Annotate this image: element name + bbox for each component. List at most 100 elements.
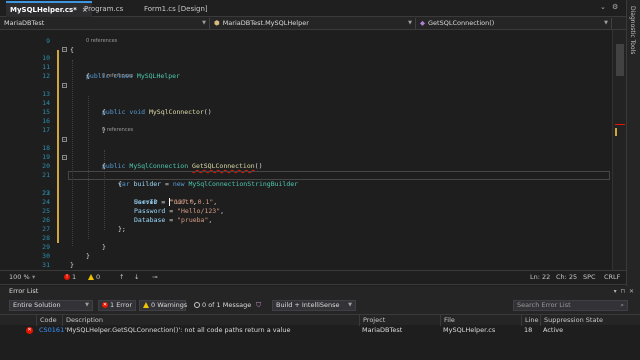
error-description: 'MySQLHelper.GetSQLConnection()': not al… xyxy=(65,326,291,334)
class-dropdown[interactable]: ⬢ MariaDBTest.MySQLHelper ▼ xyxy=(210,18,416,29)
chevron-down-icon: ▼ xyxy=(604,20,608,26)
filter-icon[interactable]: ⊸ xyxy=(152,271,157,284)
code-line: 17 xyxy=(42,126,50,134)
gear-icon[interactable]: ⚙ xyxy=(612,3,618,11)
class-name: MariaDBTest.MySQLHelper xyxy=(222,19,309,27)
code-line: 9 { xyxy=(46,37,74,54)
code-line: 16 } xyxy=(42,117,106,134)
code-line-current: 22 Server = "127.0.0.1", xyxy=(0,171,612,206)
chevron-down-icon[interactable]: ⌄ xyxy=(600,3,606,11)
code-line: 29 } xyxy=(42,243,90,260)
warning-count[interactable]: 0 xyxy=(88,271,100,284)
chevron-down-icon: ▼ xyxy=(408,20,412,26)
chevron-down-icon: ▼ xyxy=(348,302,352,308)
table-row[interactable]: ✕ CS0161 'MySQLHelper.GetSQLConnection()… xyxy=(0,325,640,336)
error-icon: ! xyxy=(64,274,70,280)
code-line: 11 { xyxy=(42,63,90,80)
error-list-toolbar: Entire Solution ▼ ✕ 1 Error 0 Warnings 0 o… xyxy=(0,297,640,314)
search-input[interactable]: Search Error List ⌕ xyxy=(513,300,628,311)
code-line: 28 } xyxy=(42,234,106,251)
member-dropdown[interactable]: ◆ GetSQLConnection() ▼ xyxy=(416,18,612,29)
diagnostic-tools-strip[interactable]: Diagnostic Tools xyxy=(626,0,640,290)
project-dropdown[interactable]: MariaDBTest ▼ xyxy=(0,18,210,29)
panel-controls[interactable]: ▾ ⊓ ✕ xyxy=(614,286,634,297)
current-line-highlight xyxy=(68,171,610,180)
code-line: 10 − public class MySQLHelper xyxy=(42,47,180,80)
code-line: 21 { xyxy=(42,171,122,188)
project-name: MariaDBTest xyxy=(4,19,45,27)
code-line: 20 − var builder = new MySqlConnectionSt… xyxy=(42,155,299,188)
zoom-level[interactable]: 100 % xyxy=(9,271,30,284)
references-codelens[interactable]: 0 references xyxy=(86,38,117,45)
error-suppression: Active xyxy=(543,326,564,334)
tab-program[interactable]: Program.cs xyxy=(80,2,127,16)
editor-status-bar: 100 % ▾ ! 1 0 ↑ ↓ ⊸ Ln: 22 Ch: 25 SPC CRL… xyxy=(0,270,626,285)
tab-label: Program.cs xyxy=(84,5,124,13)
chevron-down-icon: ▼ xyxy=(202,20,206,26)
messages-filter-button[interactable]: 0 of 1 Message xyxy=(190,300,251,311)
error-project: MariaDBTest xyxy=(362,326,403,334)
info-icon xyxy=(194,302,200,308)
member-name: GetSQLConnection() xyxy=(428,19,495,27)
code-line: 18 − public MySqlConnection GetSQLConnec… xyxy=(42,137,263,170)
document-tab-strip: MySQLHelper.cs* × Program.cs Form1.cs [De… xyxy=(0,0,626,17)
tab-mysqlhelper[interactable]: MySQLHelper.cs* × xyxy=(6,1,92,17)
tab-label: Form1.cs [Design] xyxy=(144,5,208,13)
tab-label: MySQLHelper.cs* xyxy=(10,6,77,14)
error-icon: ✕ xyxy=(102,302,108,308)
code-line: 15 xyxy=(42,108,50,116)
arrow-up-icon[interactable]: ↑ xyxy=(119,271,124,284)
error-count[interactable]: ! 1 xyxy=(64,271,76,284)
scope-dropdown[interactable]: Entire Solution ▼ xyxy=(9,300,93,311)
code-line: 19 { xyxy=(42,153,106,170)
chevron-down-icon[interactable]: ▾ xyxy=(32,271,35,284)
warning-icon xyxy=(88,274,94,280)
collapse-icon[interactable]: − xyxy=(62,155,67,160)
references-codelens[interactable]: 0 references xyxy=(102,127,133,134)
error-file: MySQLHelper.cs xyxy=(443,326,496,334)
build-filter-dropdown[interactable]: Build + IntelliSense ▼ xyxy=(272,300,356,311)
code-line: 24 Password = "Hello/123", xyxy=(42,198,225,215)
line-number-indicator[interactable]: Ln: 22 xyxy=(530,271,550,284)
collapse-icon[interactable]: − xyxy=(62,47,67,52)
errors-filter-button[interactable]: ✕ 1 Error xyxy=(98,300,136,311)
code-line: 12 xyxy=(42,72,50,80)
line-ending-mode[interactable]: CRLF xyxy=(604,271,620,284)
class-icon: ⬢ xyxy=(214,19,220,27)
editor-scrollbar[interactable] xyxy=(612,30,626,270)
code-line: 14 { xyxy=(42,99,106,116)
change-marker xyxy=(615,128,617,136)
references-codelens[interactable]: 0 references xyxy=(102,73,133,80)
panel-title: Error List xyxy=(9,287,39,295)
filter-icon[interactable]: ⛉ xyxy=(256,301,261,310)
column-indicator[interactable]: Ch: 25 xyxy=(556,271,577,284)
collapse-icon[interactable]: − xyxy=(62,83,67,88)
arrow-down-icon[interactable]: ↓ xyxy=(134,271,139,284)
error-marker xyxy=(615,124,625,125)
collapse-icon[interactable]: − xyxy=(62,137,67,142)
error-list-title-bar: Error List ▾ ⊓ ✕ xyxy=(0,286,640,297)
error-line: 18 xyxy=(524,326,533,334)
whitespace-mode[interactable]: SPC xyxy=(583,271,596,284)
code-line: 25 Database = "prueba", xyxy=(42,207,213,224)
code-line: 31 xyxy=(42,261,50,269)
method-icon: ◆ xyxy=(420,19,425,27)
error-icon: ✕ xyxy=(26,326,33,334)
code-line: 30 } xyxy=(42,252,74,269)
code-editor[interactable]: 9 { 0 references 10 − public class MySQL… xyxy=(0,30,612,270)
error-list-panel: Error List ▾ ⊓ ✕ Entire Solution ▼ ✕ 1 Err… xyxy=(0,286,640,360)
error-code-link[interactable]: CS0161 xyxy=(39,325,64,336)
warnings-filter-button[interactable]: 0 Warnings xyxy=(139,300,187,311)
error-list-header: Code Description Project File Line Suppr… xyxy=(0,314,640,326)
code-line: 13 − public void MySqlConnector() xyxy=(42,83,212,116)
navigation-bar: MariaDBTest ▼ ⬢ MariaDBTest.MySQLHelper ▼ ◆… xyxy=(0,17,626,30)
tab-form1-design[interactable]: Form1.cs [Design] xyxy=(140,2,212,16)
warning-icon xyxy=(143,302,149,308)
code-line: 27 xyxy=(42,225,50,233)
chevron-down-icon: ▼ xyxy=(85,302,89,308)
code-line: 23 UserID = "root", xyxy=(42,189,197,206)
code-line: 26 }; xyxy=(42,216,126,233)
scrollbar-thumb[interactable] xyxy=(616,44,624,76)
search-icon: ⌕ xyxy=(620,301,624,309)
diagnostic-tools-tab[interactable]: Diagnostic Tools xyxy=(629,6,636,54)
